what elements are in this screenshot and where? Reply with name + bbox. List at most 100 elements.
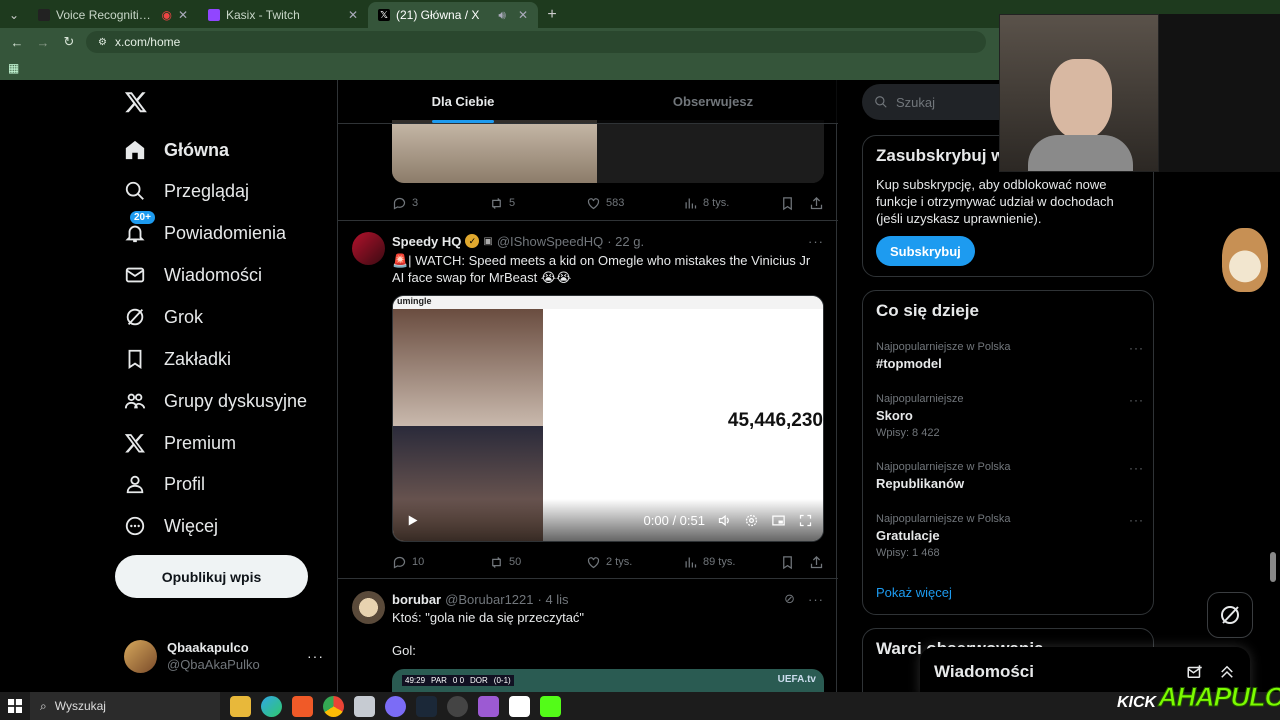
reply-button[interactable]: 10: [392, 555, 489, 570]
windows-start-icon[interactable]: [0, 692, 30, 720]
post-time[interactable]: · 4 lis: [538, 592, 569, 607]
author-handle[interactable]: @Borubar1221: [445, 592, 533, 607]
url-field[interactable]: ⚙ x.com/home: [86, 31, 986, 53]
close-tab-icon[interactable]: ✕: [178, 8, 188, 22]
settings-gear-icon[interactable]: [744, 513, 759, 528]
site-info-icon[interactable]: ⚙: [98, 37, 107, 48]
repost-button[interactable]: 50: [489, 555, 586, 570]
forward-icon[interactable]: →: [34, 33, 52, 51]
nav-item-explore[interactable]: Przeglądaj: [124, 171, 249, 211]
show-more-link[interactable]: Pokaż więcej: [876, 585, 952, 600]
video-controls: 0:00 / 0:51: [393, 499, 823, 541]
more-dots-icon[interactable]: ···: [808, 592, 824, 607]
post-button[interactable]: Opublikuj wpis: [115, 555, 308, 598]
trend-item[interactable]: Najpopularniejsze w Polska Gratulacje Wp…: [876, 513, 1144, 559]
tab-search-chevron-icon[interactable]: ⌄: [0, 2, 28, 28]
play-icon[interactable]: [405, 513, 420, 528]
file-explorer-icon[interactable]: [230, 695, 251, 717]
speaker-icon[interactable]: 🔊︎: [498, 8, 506, 23]
page-scrollbar[interactable]: [1270, 552, 1276, 582]
premium-title: Zasubskrybuj w: [876, 146, 1005, 165]
avatar[interactable]: [352, 232, 385, 265]
url-text: x.com/home: [114, 35, 181, 49]
steam-icon[interactable]: [416, 695, 437, 717]
more-dots-icon[interactable]: ···: [1129, 393, 1144, 407]
trend-item[interactable]: Najpopularniejsze w Polska Republikanów …: [876, 461, 1144, 491]
uefa-logo: UEFA.tv: [777, 674, 816, 685]
nav-item-grok[interactable]: Grok: [124, 297, 203, 337]
close-tab-icon[interactable]: ✕: [518, 8, 528, 22]
tweet-header: Speedy HQ ✓ ▣ @IShowSpeedHQ · 22 g. ···: [392, 233, 824, 249]
more-dots-icon[interactable]: ···: [307, 648, 324, 664]
apps-grid-icon[interactable]: ▦: [8, 61, 19, 75]
app-icon[interactable]: [478, 695, 499, 717]
bookmark-icon[interactable]: [780, 555, 795, 570]
new-tab-icon[interactable]: +: [538, 2, 566, 28]
reply-button[interactable]: 3: [392, 196, 489, 211]
browser-tab-twitch[interactable]: Kasix - Twitch ✕: [198, 2, 368, 28]
notion-icon[interactable]: [509, 695, 530, 717]
tab-following[interactable]: Obserwujesz: [588, 80, 838, 123]
trend-item[interactable]: Najpopularniejsze Skoro Wpisy: 8 422 ···: [876, 393, 1144, 439]
team-name: DOR: [470, 676, 488, 685]
brave-icon[interactable]: [292, 695, 313, 717]
edge-icon[interactable]: [261, 695, 282, 717]
browser-tab-x[interactable]: 𝕏 (21) Główna / X 🔊︎ ✕: [368, 2, 538, 28]
nav-label: Grok: [164, 306, 204, 327]
account-switcher[interactable]: Qbaakapulco @QbaAkaPulko ···: [124, 636, 324, 676]
reload-icon[interactable]: ↻: [60, 33, 78, 51]
more-dots-icon[interactable]: ···: [1129, 341, 1144, 355]
kick-app-icon[interactable]: [540, 695, 561, 717]
previous-post-media[interactable]: [392, 120, 824, 183]
nav-item-notifications[interactable]: 20+ Powiadomienia: [124, 211, 286, 253]
like-button[interactable]: 583: [586, 196, 683, 211]
like-button[interactable]: 2 tys.: [586, 555, 683, 570]
nav-item-communities[interactable]: Grupy dyskusyjne: [124, 381, 307, 421]
grok-icon[interactable]: ⊘: [784, 591, 796, 607]
discord-icon[interactable]: [385, 695, 406, 717]
volume-icon[interactable]: [717, 513, 732, 528]
chrome-icon[interactable]: [323, 695, 344, 717]
app-icon[interactable]: [354, 695, 375, 717]
subscribe-button[interactable]: Subskrybuj: [876, 236, 975, 266]
x-logo-icon[interactable]: [124, 90, 148, 114]
nav-label: Zakładki: [164, 348, 232, 369]
chevron-up-icon[interactable]: [1218, 663, 1236, 681]
bookmark-icon[interactable]: [780, 196, 795, 211]
views-button[interactable]: 8 tys.: [683, 196, 780, 211]
more-dots-icon[interactable]: ···: [1129, 461, 1144, 475]
taskbar-search[interactable]: ⌕ Wyszukaj: [30, 692, 220, 720]
close-tab-icon[interactable]: ✕: [348, 8, 358, 22]
nav-item-profile[interactable]: Profil: [124, 464, 205, 504]
more-dots-icon[interactable]: ···: [1129, 513, 1144, 527]
grok-button[interactable]: [1207, 592, 1253, 638]
new-message-icon[interactable]: [1186, 663, 1204, 681]
video-player[interactable]: umingle 45,446,230 0:00 / 0:51: [392, 295, 824, 542]
fullscreen-icon[interactable]: [798, 513, 813, 528]
nav-item-messages[interactable]: Wiadomości: [124, 255, 262, 295]
avatar[interactable]: [352, 591, 385, 624]
more-dots-icon[interactable]: ···: [808, 234, 824, 249]
media-image: [392, 120, 597, 183]
obs-icon[interactable]: [447, 695, 468, 717]
nav-item-premium[interactable]: Premium: [124, 423, 236, 463]
back-icon[interactable]: ←: [8, 33, 26, 51]
tab-for-you[interactable]: Dla Ciebie: [338, 80, 588, 123]
author-name[interactable]: Speedy HQ: [392, 234, 461, 249]
repost-button[interactable]: 5: [489, 196, 586, 211]
author-handle[interactable]: @IShowSpeedHQ: [497, 234, 603, 249]
views-button[interactable]: 89 tys.: [683, 555, 780, 570]
pip-icon[interactable]: [771, 513, 786, 528]
share-icon[interactable]: [809, 196, 824, 211]
browser-tab-voice[interactable]: Voice Recognition | inStrea ◉ ✕: [28, 2, 198, 28]
video-thumbnail[interactable]: 49:29 PAR 0 0 DOR (0-1) UEFA.tv: [392, 669, 824, 692]
post-time[interactable]: · 22 g.: [607, 234, 644, 249]
nav-item-bookmarks[interactable]: Zakładki: [124, 339, 231, 379]
nav-item-more[interactable]: Więcej: [124, 506, 218, 546]
tweet-header: borubar @Borubar1221 · 4 lis ⊘ ···: [392, 591, 824, 607]
share-icon[interactable]: [809, 555, 824, 570]
author-name[interactable]: borubar: [392, 592, 441, 607]
trend-item[interactable]: Najpopularniejsze w Polska #topmodel ···: [876, 341, 1144, 371]
grok-icon: [1221, 606, 1239, 624]
nav-item-home[interactable]: Główna: [124, 130, 229, 170]
